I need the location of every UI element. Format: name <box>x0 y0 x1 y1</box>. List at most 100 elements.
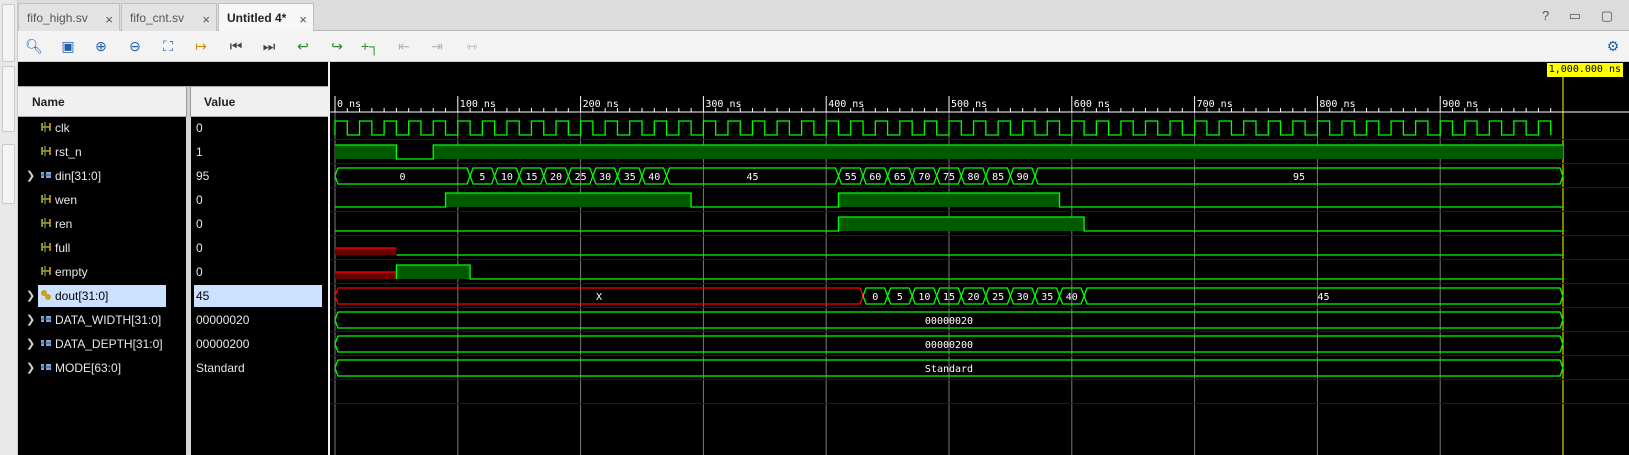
signal-row[interactable]: ❯ MODE[63:0] Standard <box>18 356 328 380</box>
close-icon[interactable]: × <box>299 12 307 27</box>
signal-row[interactable]: ❯ dout[31:0] 45 <box>18 284 328 308</box>
zoom-out-icon[interactable]: ⊖ <box>124 36 146 56</box>
dout-value-label: 20 <box>968 292 980 303</box>
time-axis-label: 0 ns <box>337 99 361 110</box>
din-value-label: 35 <box>624 172 636 183</box>
time-axis-label: 700 ns <box>1197 99 1233 110</box>
tab-label: fifo_high.sv <box>27 11 88 25</box>
time-axis-label: 500 ns <box>951 99 987 110</box>
signal-row[interactable]: empty 0 <box>18 260 328 284</box>
signal-value: 00000020 <box>196 313 250 327</box>
tab-fifo-cnt[interactable]: fifo_cnt.sv × <box>121 3 217 31</box>
signal-value: 0 <box>196 241 203 255</box>
wen-high-fill <box>445 193 692 207</box>
tab-label: fifo_cnt.sv <box>130 11 185 25</box>
signal-list-panel: Name Value clk 0 rst_n 1 ❯ din[31:0] 95 wen 0 ren… <box>18 62 328 455</box>
value-column-header[interactable]: Value <box>204 95 235 109</box>
signal-row[interactable]: ren 0 <box>18 212 328 236</box>
signal-value: 00000200 <box>196 337 250 351</box>
empty-high-fill <box>396 265 471 279</box>
signal-row[interactable]: clk 0 <box>18 116 328 140</box>
zoom-fit-icon[interactable]: ⛶ <box>157 36 179 56</box>
settings-gear-icon[interactable]: ⚙ <box>1602 36 1624 56</box>
tab-label: Untitled 4* <box>227 11 287 25</box>
dout-value-label: 30 <box>1017 292 1029 303</box>
signal-value: 0 <box>196 265 203 279</box>
din-value-label: 25 <box>575 172 587 183</box>
signal-row[interactable]: ❯ DATA_WIDTH[31:0] 00000020 <box>18 308 328 332</box>
swap-cursors-icon: ⇿ <box>466 37 478 54</box>
dout-value-label: 40 <box>1066 292 1078 303</box>
dout-value-label: 25 <box>992 292 1004 303</box>
next-transition-icon[interactable]: ↪ <box>326 36 348 56</box>
expand-chevron-icon[interactable]: ❯ <box>26 337 35 350</box>
din-value-label: 70 <box>918 172 930 183</box>
column-splitter[interactable] <box>186 87 191 118</box>
signal-value: 0 <box>196 193 203 207</box>
time-axis-label: 800 ns <box>1319 99 1355 110</box>
save-icon[interactable]: ▣ <box>57 36 79 56</box>
side-tab-objects[interactable] <box>2 144 15 204</box>
signal-row[interactable]: wen 0 <box>18 188 328 212</box>
side-tab-sources[interactable] <box>2 66 15 132</box>
clk-wave <box>334 120 1552 136</box>
waveform-canvas[interactable]: 0 ns 100 ns 200 ns 300 ns 400 ns 500 ns 600 ns… <box>330 62 1629 455</box>
wen-high-fill <box>838 193 1060 207</box>
waveform-svg: 0 ns 100 ns 200 ns 300 ns 400 ns 500 ns 600 ns… <box>330 76 1629 455</box>
zoom-in-icon[interactable]: ⊕ <box>90 36 112 56</box>
data-width-value-label: 00000020 <box>925 316 973 327</box>
search-icon[interactable]: 🔍︎ <box>23 36 45 56</box>
tab-untitled-4[interactable]: Untitled 4* × <box>218 3 314 32</box>
window-controls[interactable]: ? ▭ ▢ <box>1542 8 1621 24</box>
signal-row[interactable]: ❯ DATA_DEPTH[31:0] 00000200 <box>18 332 328 356</box>
previous-marker-icon: ⇤ <box>398 37 410 54</box>
time-axis-label: 600 ns <box>1074 99 1110 110</box>
din-value-label: 55 <box>845 172 857 183</box>
tab-fifo-high[interactable]: fifo_high.sv × <box>18 3 120 31</box>
signal-name: empty <box>55 265 88 279</box>
name-column-header[interactable]: Name <box>32 95 65 109</box>
expand-chevron-icon[interactable]: ❯ <box>26 313 35 326</box>
time-axis-label: 900 ns <box>1442 99 1478 110</box>
next-marker-icon: ⇥ <box>431 37 443 54</box>
waveform-viewer-window: fifo_high.sv × fifo_cnt.sv × Untitled 4*… <box>0 0 1629 455</box>
goto-end-icon[interactable]: ⏭︎ <box>258 36 280 56</box>
din-value-label: 40 <box>648 172 660 183</box>
din-value-label: 0 <box>400 172 406 183</box>
cursor-time-label[interactable]: 1,000.000 ns <box>1546 63 1623 77</box>
expand-chevron-icon[interactable]: ❯ <box>26 361 35 374</box>
expand-chevron-icon[interactable]: ❯ <box>26 289 35 302</box>
time-axis-label: 200 ns <box>583 99 619 110</box>
ren-high-fill <box>838 217 1085 231</box>
signal-value: 0 <box>196 217 203 231</box>
mode-value-label: Standard <box>925 364 973 375</box>
signal-row[interactable]: ❯ din[31:0] 95 <box>18 164 328 188</box>
signal-name: ren <box>55 217 73 231</box>
signal-row[interactable]: rst_n 1 <box>18 140 328 164</box>
din-value-label: 15 <box>525 172 537 183</box>
rst-n-high-fill <box>433 145 1563 159</box>
signal-value: Standard <box>196 361 245 375</box>
dout-value-label: 5 <box>897 292 903 303</box>
signal-name: MODE[63:0] <box>55 361 122 375</box>
dout-value-label: 35 <box>1041 292 1053 303</box>
previous-transition-icon[interactable]: ↩ <box>292 36 314 56</box>
din-value-label: 30 <box>599 172 611 183</box>
signal-row[interactable]: full 0 <box>18 236 328 260</box>
goto-start-icon[interactable]: ⏮︎ <box>225 36 247 56</box>
add-marker-icon[interactable]: +┐ <box>359 36 381 56</box>
signal-name: DATA_WIDTH[31:0] <box>55 313 162 327</box>
signal-name: rst_n <box>55 145 82 159</box>
close-icon[interactable]: × <box>105 12 113 27</box>
goto-cursor-icon[interactable]: ↦ <box>190 36 212 56</box>
din-value-label: 80 <box>968 172 980 183</box>
close-icon[interactable]: × <box>202 12 210 27</box>
time-axis-label: 300 ns <box>705 99 741 110</box>
expand-chevron-icon[interactable]: ❯ <box>26 169 35 182</box>
signal-value: 0 <box>196 121 203 135</box>
dout-value-label: 10 <box>918 292 930 303</box>
full-unknown-fill <box>335 248 397 255</box>
side-tab-scopes[interactable] <box>2 4 15 62</box>
signal-name: wen <box>55 193 78 207</box>
signal-value: 1 <box>196 145 203 159</box>
